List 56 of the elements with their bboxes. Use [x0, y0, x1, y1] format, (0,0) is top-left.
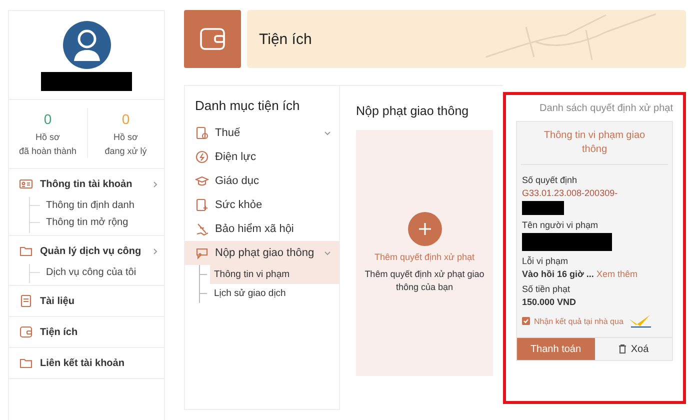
- menu-item[interactable]: Tiện ích: [40, 326, 158, 338]
- menu-item[interactable]: Quản lý dịch vụ công: [40, 246, 146, 256]
- insurance-icon: [195, 222, 209, 236]
- stat-label: Hồ sơ: [114, 131, 138, 144]
- trash-icon: [618, 344, 627, 354]
- category-item[interactable]: Sức khỏe: [185, 193, 339, 217]
- add-description: Thêm quyết định xử phạt giao thông của bạn: [364, 268, 486, 294]
- folder-icon: [19, 244, 33, 258]
- menu-item[interactable]: Thông tin tài khoản: [40, 178, 146, 190]
- subcategory-item[interactable]: Lịch sử giao dịch: [210, 284, 339, 303]
- wallet-icon: [19, 325, 33, 339]
- folder-icon: [19, 356, 33, 370]
- field-value: G33.01.23.008-200309-: [522, 188, 619, 198]
- category-item[interactable]: Nộp phạt giao thông: [185, 241, 339, 265]
- card-title: Thông tin vi phạm giao thông: [521, 122, 668, 165]
- checkbox-label: Nhận kết quả tại nhà qua: [534, 316, 624, 326]
- tax-form-icon: [195, 126, 209, 140]
- field-label: Tên người vi phạm: [522, 220, 599, 230]
- section-title: Nộp phạt giao thông: [356, 104, 470, 118]
- field-label: Lỗi vi phạm: [522, 256, 570, 266]
- field-value: 150.000 VND: [522, 297, 578, 307]
- field-label: Số quyết định: [522, 175, 578, 185]
- menu-item[interactable]: Liên kết tài khoản: [40, 358, 158, 368]
- plus-icon: [418, 222, 432, 236]
- category-item[interactable]: Thuế: [185, 121, 339, 145]
- stat-label: đã hoàn thành: [18, 145, 77, 158]
- category-item[interactable]: Điện lực: [185, 145, 339, 169]
- electricity-icon: [195, 150, 209, 164]
- id-card-icon: [19, 177, 33, 191]
- field-value: Vào hồi 16 giờ ... Xem thêm: [522, 269, 638, 279]
- submenu-item[interactable]: Dịch vụ công của tôi: [46, 267, 136, 278]
- chevron-icon: [153, 180, 158, 188]
- count: 0: [122, 110, 130, 129]
- field-label: Số tiền phạt: [522, 284, 572, 294]
- stat-label: Hồ sơ: [36, 131, 60, 144]
- graduation-cap-icon: [195, 174, 209, 188]
- add-button[interactable]: [408, 212, 442, 246]
- checkbox[interactable]: [522, 317, 530, 325]
- menu-item[interactable]: Tài liệu: [40, 296, 158, 306]
- health-record-icon: [195, 198, 209, 212]
- avatar-icon: [62, 21, 110, 69]
- category-item[interactable]: Giáo dục: [185, 169, 339, 193]
- submenu-item[interactable]: Thông tin định danh: [46, 200, 134, 211]
- submenu-item[interactable]: Thông tin mở rộng: [46, 217, 128, 228]
- pay-button[interactable]: Thanh toán: [517, 338, 594, 360]
- count: 0: [44, 110, 52, 129]
- document-icon: [19, 294, 33, 308]
- stat-label: đang xử lý: [104, 145, 147, 158]
- subcategory-item[interactable]: Thông tin vi phạm: [210, 265, 339, 284]
- chevron-icon: [153, 248, 158, 254]
- list-title: Danh sách quyết định xử phạt: [538, 103, 673, 114]
- page-title: Tiện ích: [259, 30, 312, 48]
- delete-button[interactable]: Xoá: [594, 338, 672, 360]
- car-message-icon: [195, 246, 209, 260]
- category-item[interactable]: Bảo hiểm xã hội: [185, 217, 339, 241]
- section-title: Danh mục tiện ích: [194, 98, 301, 115]
